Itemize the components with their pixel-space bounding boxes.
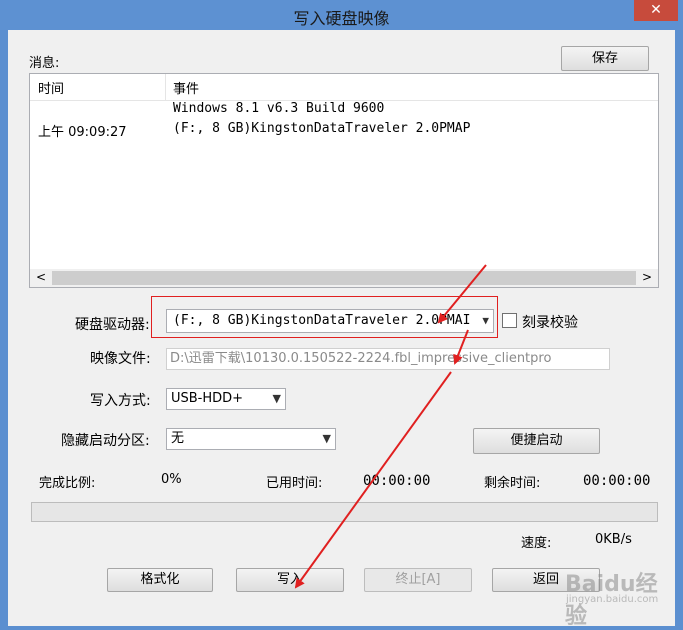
verify-label[interactable]: 刻录校验 bbox=[522, 312, 578, 332]
column-event[interactable]: 事件 bbox=[173, 78, 199, 97]
progress-bar bbox=[31, 502, 658, 522]
chevron-down-icon: ▼ bbox=[322, 432, 331, 445]
list-item-event: Windows 8.1 v6.3 Build 9600 bbox=[173, 101, 385, 116]
image-file-label: 映像文件: bbox=[90, 351, 151, 367]
hidden-partition-select-value: 无 bbox=[171, 431, 185, 446]
save-button[interactable]: 保存 bbox=[561, 46, 649, 71]
format-button[interactable]: 格式化 bbox=[107, 568, 213, 592]
scroll-thumb[interactable] bbox=[52, 271, 636, 285]
scroll-right-icon[interactable]: > bbox=[642, 270, 652, 284]
speed-label: 速度: bbox=[521, 536, 552, 551]
hidden-partition-label: 隐藏启动分区: bbox=[61, 433, 150, 449]
list-item-event: (F:, 8 GB)KingstonDataTraveler 2.0PMAP bbox=[173, 121, 471, 136]
dialog-client: 消息: 保存 时间 事件 Windows 8.1 v6.3 Build 9600… bbox=[8, 30, 675, 629]
watermark-url: jingyan.baidu.com bbox=[566, 594, 659, 605]
chevron-down-icon: ▼ bbox=[272, 392, 281, 405]
abort-button[interactable]: 终止[A] bbox=[364, 568, 472, 592]
verify-checkbox[interactable] bbox=[502, 313, 517, 328]
elapsed-label: 已用时间: bbox=[266, 476, 323, 491]
hidden-partition-select[interactable]: 无 ▼ bbox=[166, 428, 336, 450]
message-list[interactable]: 时间 事件 Windows 8.1 v6.3 Build 9600 上午 09:… bbox=[29, 73, 659, 288]
remaining-label: 剩余时间: bbox=[484, 476, 541, 491]
write-mode-label: 写入方式: bbox=[90, 393, 151, 409]
complete-value: 0% bbox=[161, 472, 182, 487]
speed-value: 0KB/s bbox=[595, 532, 632, 547]
horizontal-scrollbar[interactable]: < > bbox=[30, 269, 658, 287]
write-mode-select-value: USB-HDD+ bbox=[171, 391, 244, 406]
list-item-time: 上午 09:09:27 bbox=[38, 125, 127, 140]
quick-start-button[interactable]: 便捷启动 bbox=[473, 428, 600, 454]
column-time[interactable]: 时间 bbox=[38, 78, 64, 97]
window-title: 写入硬盘映像 bbox=[293, 9, 390, 28]
scroll-left-icon[interactable]: < bbox=[36, 270, 46, 284]
write-button[interactable]: 写入 bbox=[236, 568, 344, 592]
write-mode-select[interactable]: USB-HDD+ ▼ bbox=[166, 388, 286, 410]
remaining-value: 00:00:00 bbox=[583, 473, 651, 489]
complete-label: 完成比例: bbox=[39, 476, 96, 491]
image-file-field[interactable]: D:\迅雷下载\10130.0.150522-2224.fbl_impressi… bbox=[166, 348, 610, 370]
title-bar: 写入硬盘映像 ✕ bbox=[0, 0, 683, 30]
close-button[interactable]: ✕ bbox=[634, 0, 678, 21]
annotation-highlight-box bbox=[151, 296, 498, 338]
drive-label: 硬盘驱动器: bbox=[75, 317, 150, 333]
messages-label: 消息: bbox=[29, 56, 60, 71]
list-header: 时间 事件 bbox=[30, 74, 658, 101]
column-separator[interactable] bbox=[165, 74, 166, 100]
elapsed-value: 00:00:00 bbox=[363, 473, 431, 489]
